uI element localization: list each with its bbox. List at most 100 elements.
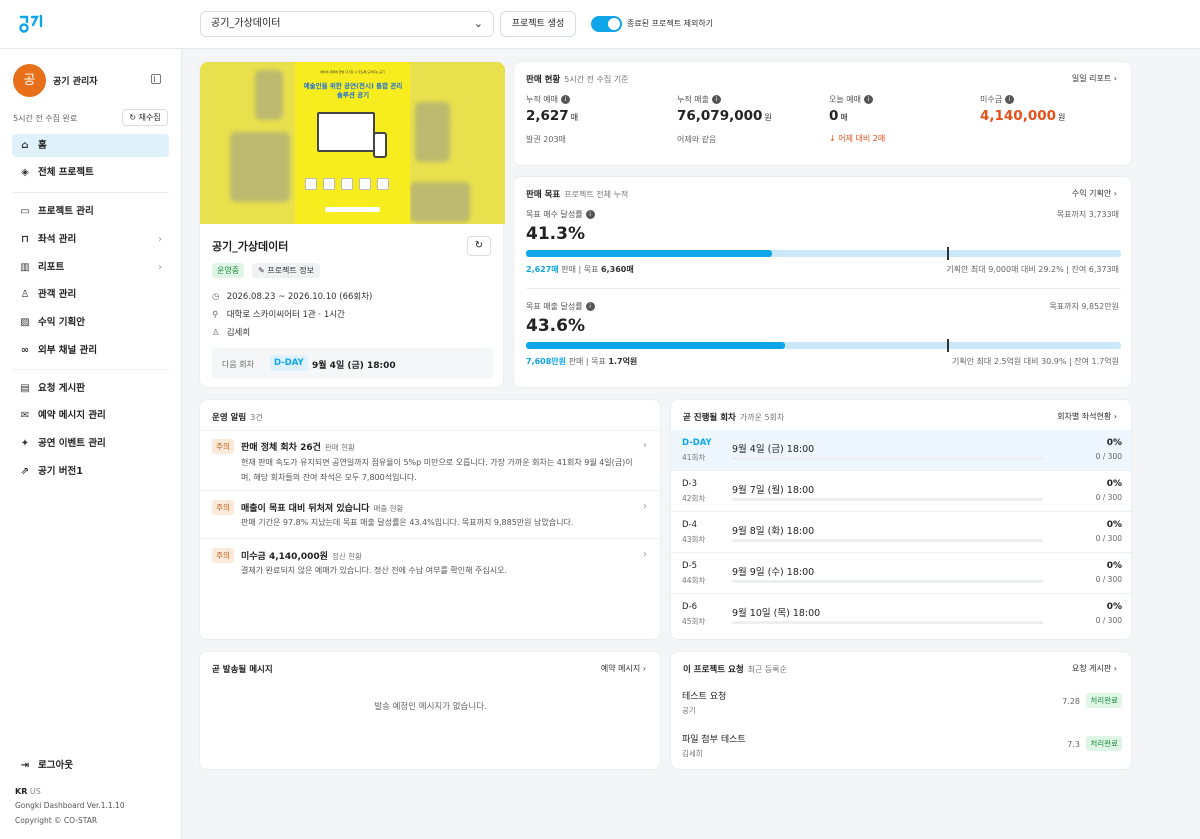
- revenue-goal-remaining: 목표까지 9,852만원: [1049, 302, 1119, 311]
- create-project-button[interactable]: 프로젝트 생성: [500, 11, 576, 37]
- scheduled-message-link[interactable]: 예약 메시지 ›: [601, 663, 646, 674]
- unit-text: 원: [764, 113, 772, 122]
- link-icon: ∞: [20, 345, 30, 356]
- seat-status-link[interactable]: 회차별 좌석현황 ›: [1057, 411, 1117, 422]
- sidebar-item-revenue-plan[interactable]: ▨ 수익 기획안: [12, 311, 169, 334]
- request-title: 테스트 요청: [682, 692, 727, 702]
- sessions-subtitle: 가까운 5회차: [739, 413, 785, 422]
- alert-title-text: 매출이 목표 대비 뒤처져 있습니다: [241, 504, 370, 514]
- sidebar-item-seats[interactable]: ⊓ 좌석 관리 ›: [12, 228, 169, 251]
- sidebar-item-home[interactable]: ⌂ 홈: [12, 134, 169, 157]
- upcoming-sessions-card: 곧 진행될 회차 가까운 5회차 회차별 좌석현황 › D-DAY 41회차 9월…: [670, 399, 1132, 640]
- qty-plan-line: 기획안 최대 9,000매 대비 29.2% | 잔여 6,373매: [946, 265, 1119, 274]
- inbox-icon: ▤: [20, 383, 30, 394]
- request-board-link[interactable]: 요청 게시판 ›: [1072, 663, 1117, 674]
- alert-title: 매출이 목표 대비 뒤처져 있습니다 매출 현황: [241, 501, 403, 514]
- sidebar-item-label: 수익 기획안: [38, 317, 86, 328]
- sidebar-collapse-icon[interactable]: [151, 74, 161, 84]
- logout-button[interactable]: ⇥ 로그아웃: [12, 754, 169, 777]
- folder-icon: ▭: [20, 206, 30, 217]
- revenue-goal: 1.7억원: [608, 357, 638, 366]
- revenue-plan-link[interactable]: 수익 기획안 ›: [1072, 188, 1117, 199]
- refresh-button[interactable]: ↻: [467, 236, 491, 256]
- session-progress-bar: [732, 457, 1043, 460]
- sidebar-item-report[interactable]: ▥ 리포트 ›: [12, 256, 169, 279]
- session-row[interactable]: D-4 43회차 9월 8일 (화) 18:00 0% 0 / 300: [671, 512, 1131, 553]
- avatar[interactable]: 공: [13, 64, 46, 97]
- project-period-text: 2026.08.23 ~ 2026.10.10 (66회차): [226, 292, 373, 302]
- sidebar-item-audience[interactable]: ♙ 관객 관리: [12, 283, 169, 306]
- info-icon[interactable]: i: [1005, 95, 1015, 104]
- sales-compare: 어제와 같음: [677, 135, 717, 144]
- status-badge: 운영중: [212, 263, 245, 278]
- sidebar-item-label: 전체 프로젝트: [38, 167, 94, 178]
- sidebar-item-gongki-v1[interactable]: ⇗ 공기 버전1: [12, 460, 169, 483]
- poster-top-text: 예술의 세계에 한발 다가갈 수 있도록 도와주는 공기: [320, 70, 385, 74]
- sidebar-item-label: 공연 이벤트 관리: [38, 438, 106, 449]
- next-session-box[interactable]: 다음 회차 D-DAY 9월 4일 (금) 18:00: [212, 348, 493, 378]
- info-icon[interactable]: i: [560, 95, 570, 104]
- project-select[interactable]: 공기_가상데이터 ⌄: [200, 11, 494, 37]
- alert-item[interactable]: 주의 매출이 목표 대비 뒤처져 있습니다 매출 현황 판매 기간은 97.8% …: [200, 491, 661, 539]
- refresh-icon: ↻: [474, 240, 484, 251]
- sidebar: 공 공기 관리자 5시간 전 수집 완료 ↻ 재수집 ⌂ 홈 ◈ 전체 프로젝트 ▭…: [0, 49, 182, 839]
- info-icon[interactable]: i: [863, 95, 873, 104]
- plan-icon: ▨: [20, 317, 30, 328]
- sidebar-item-label: 공기 버전1: [38, 466, 83, 477]
- gongki-logo[interactable]: [18, 13, 46, 35]
- chevron-right-icon: ›: [643, 501, 647, 512]
- logout-label: 로그아웃: [38, 760, 73, 771]
- sidebar-item-scheduled-message[interactable]: ✉ 예약 메시지 관리: [12, 404, 169, 427]
- info-icon[interactable]: i: [585, 210, 595, 219]
- today-reservations-value: 0매: [829, 108, 848, 124]
- lang-kr[interactable]: KR: [15, 787, 27, 796]
- sidebar-item-request-board[interactable]: ▤ 요청 게시판: [12, 377, 169, 400]
- session-number: 45회차: [682, 617, 706, 626]
- session-dday: D-5: [682, 561, 698, 571]
- revenue-progress-bar: [526, 339, 1121, 352]
- seat-icon: ⊓: [21, 234, 29, 245]
- poster-monitor-image: [317, 112, 375, 152]
- info-icon[interactable]: i: [711, 95, 721, 104]
- label-text: 목표 매출 달성률: [526, 302, 583, 311]
- session-number: 42회차: [682, 494, 706, 503]
- qty-goal-text-label: 목표: [583, 265, 599, 274]
- session-row[interactable]: D-5 44회차 9월 9일 (수) 18:00 0% 0 / 300: [671, 553, 1131, 594]
- session-percent: 0%: [1106, 479, 1122, 489]
- request-row[interactable]: 파일 첨부 테스트 김세희 7.3 처리완료: [682, 732, 1122, 758]
- session-row[interactable]: D-3 42회차 9월 7일 (월) 18:00 0% 0 / 300: [671, 471, 1131, 512]
- alert-source: 판매 현황: [324, 443, 355, 452]
- cumulative-reservations-value: 2,627 매: [526, 108, 578, 124]
- session-count: 0 / 300: [1095, 616, 1122, 625]
- request-row[interactable]: 테스트 요청 공기 7.28 처리완료: [682, 689, 1122, 715]
- sales-goal-subtitle: 프로젝트 전체 누적: [564, 190, 629, 199]
- project-info-button[interactable]: ✎ 프로젝트 정보: [252, 263, 320, 278]
- version-text: Gongki Dashboard Ver.1.1.10: [15, 801, 125, 810]
- sidebar-item-all-projects[interactable]: ◈ 전체 프로젝트: [12, 161, 169, 184]
- logout-icon: ⇥: [20, 760, 30, 771]
- alert-item[interactable]: 주의 미수금 4,140,000원 정산 현황 결제가 완료되지 않은 예매가 있…: [200, 539, 661, 587]
- lang-us[interactable]: US: [30, 787, 41, 796]
- sidebar-item-external-channel[interactable]: ∞ 외부 채널 관리: [12, 339, 169, 362]
- session-progress-bar: [732, 539, 1043, 542]
- session-row[interactable]: D-6 45회차 9월 10일 (목) 18:00 0% 0 / 300: [671, 594, 1131, 635]
- recollect-label: 재수집: [138, 113, 161, 122]
- info-icon[interactable]: i: [585, 302, 595, 311]
- seat-status-link-label: 회차별 좌석현황: [1057, 412, 1112, 421]
- session-number: 44회차: [682, 576, 706, 585]
- alert-description: 판매 기간은 97.8% 지났는데 목표 매출 달성률은 43.4%입니다. 목…: [241, 518, 574, 527]
- pencil-icon: ✎: [258, 266, 265, 275]
- sidebar-item-project-manage[interactable]: ▭ 프로젝트 관리: [12, 200, 169, 223]
- label-text: 누적 예매: [526, 95, 558, 104]
- sidebar-item-event[interactable]: ✦ 공연 이벤트 관리: [12, 432, 169, 455]
- alert-description: 결제가 완료되지 않은 예매가 있습니다. 정산 전에 수납 여부를 확인해 주…: [241, 566, 508, 575]
- project-manager: ♙ 김세희: [212, 326, 250, 338]
- recollect-button[interactable]: ↻ 재수집: [122, 109, 168, 126]
- exclude-ended-toggle[interactable]: [591, 16, 622, 32]
- session-row[interactable]: D-DAY 41회차 9월 4일 (금) 18:00 0% 0 / 300: [671, 430, 1131, 471]
- daily-report-link[interactable]: 일일 리포트 ›: [1072, 73, 1117, 84]
- alert-item[interactable]: 주의 판매 정체 회차 26건 판매 현황 현재 판매 속도가 유지되면 공연일까…: [200, 431, 661, 491]
- label-text: 목표 매수 달성률: [526, 210, 583, 219]
- revenue-sold: 7,608만원: [526, 357, 567, 366]
- project-poster[interactable]: 예술의 세계에 한발 다가갈 수 있도록 도와주는 공기 예술인을 위한 공연(…: [295, 62, 410, 224]
